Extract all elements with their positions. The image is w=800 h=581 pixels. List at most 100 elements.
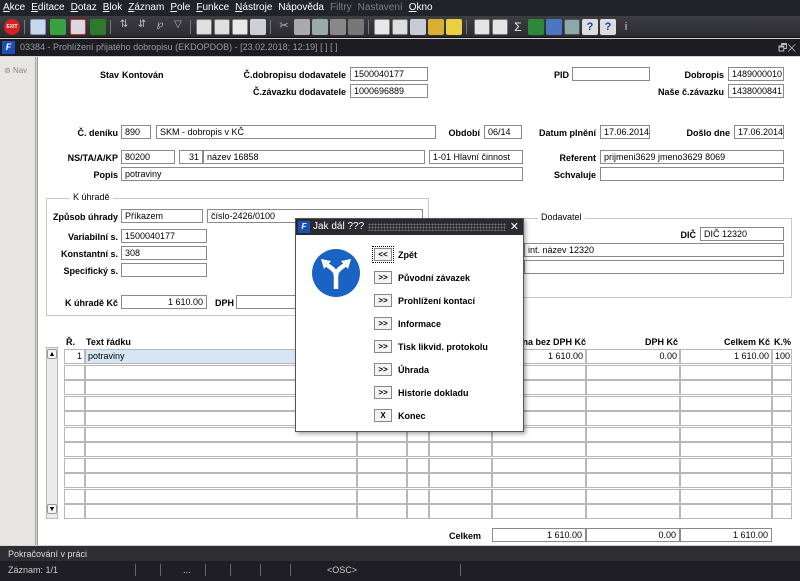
dialog-option-button-5[interactable]: >>: [374, 363, 392, 376]
save-icon[interactable]: [90, 19, 106, 35]
table-cell-empty[interactable]: [85, 473, 357, 488]
network-icon[interactable]: [428, 19, 444, 35]
dodavatel-name-field[interactable]: int. název 12320: [524, 243, 784, 257]
table-cell-empty[interactable]: [680, 504, 772, 519]
table-cell-empty[interactable]: [586, 504, 680, 519]
menu-item-8[interactable]: Nápověda: [275, 0, 327, 13]
table-cell-empty[interactable]: [64, 395, 85, 411]
czavazku-field[interactable]: 1000696889: [350, 84, 428, 98]
dialog-option-button-0[interactable]: <<: [372, 246, 394, 263]
table-cell-empty[interactable]: [407, 457, 429, 473]
paste-icon[interactable]: [312, 19, 328, 35]
menu-item-2[interactable]: Dotaz: [68, 0, 100, 13]
table-cell-empty[interactable]: [586, 457, 680, 473]
doslo-field[interactable]: 17.06.2014: [734, 125, 784, 139]
table-cell-empty[interactable]: [772, 395, 792, 411]
dialog-option-button-4[interactable]: >>: [374, 340, 392, 353]
dodavatel-address-field[interactable]: [524, 260, 784, 274]
table-cell-empty[interactable]: [407, 473, 429, 488]
scroll-down-icon[interactable]: ▼: [47, 504, 57, 514]
pid-field[interactable]: [572, 67, 650, 81]
table-cell-empty[interactable]: [586, 442, 680, 457]
table-cell-celkem[interactable]: 1 610.00: [680, 349, 772, 364]
dialog-option-label-1[interactable]: Původní závazek: [398, 273, 470, 283]
table-cell-empty[interactable]: [429, 504, 492, 519]
dialog-option-button-2[interactable]: >>: [374, 294, 392, 307]
dialog-option-label-5[interactable]: Úhrada: [398, 365, 429, 375]
table-cell-empty[interactable]: [85, 504, 357, 519]
form-icon[interactable]: [492, 19, 508, 35]
table-cell-empty[interactable]: [586, 426, 680, 442]
menu-item-0[interactable]: Akce: [0, 0, 28, 13]
schvaluje-field[interactable]: [600, 167, 784, 181]
menu-item-11[interactable]: Okno: [406, 0, 436, 13]
new-record-icon[interactable]: [30, 19, 46, 35]
dic-field[interactable]: DIČ 12320: [700, 227, 784, 241]
table-cell-empty[interactable]: [64, 426, 85, 442]
export-icon[interactable]: [250, 19, 266, 35]
dialog-option-label-7[interactable]: Konec: [398, 411, 426, 421]
table-cell-empty[interactable]: [586, 488, 680, 504]
table-cell-empty[interactable]: [680, 380, 772, 395]
dobropis-field[interactable]: 1489000010: [728, 67, 784, 81]
table-cell-empty[interactable]: [64, 380, 85, 395]
table-cell-empty[interactable]: [64, 488, 85, 504]
table-cell-empty[interactable]: [357, 457, 407, 473]
dialog-option-button-3[interactable]: >>: [374, 317, 392, 330]
grid-icon[interactable]: [564, 19, 580, 35]
table-cell-empty[interactable]: [429, 488, 492, 504]
table-cell-empty[interactable]: [407, 442, 429, 457]
table-cell-empty[interactable]: [772, 426, 792, 442]
zpusob-field[interactable]: Příkazem: [121, 209, 203, 223]
database-icon[interactable]: [546, 19, 562, 35]
table-cell-empty[interactable]: [680, 488, 772, 504]
table-cell-empty[interactable]: [492, 504, 586, 519]
sort-asc-icon[interactable]: ⇅: [116, 19, 132, 35]
menu-item-1[interactable]: Editace: [28, 0, 67, 13]
print-icon[interactable]: [196, 19, 212, 35]
table-cell-empty[interactable]: [772, 364, 792, 380]
popis-field[interactable]: potraviny: [121, 167, 523, 181]
table-cell-empty[interactable]: [492, 442, 586, 457]
delete-record-icon[interactable]: [70, 19, 86, 35]
cdobropisu-field[interactable]: 1500040177: [350, 67, 428, 81]
table-cell-empty[interactable]: [85, 488, 357, 504]
table-cell-empty[interactable]: [64, 411, 85, 426]
menu-item-5[interactable]: Pole: [167, 0, 193, 13]
filter-icon[interactable]: ▽: [170, 19, 186, 35]
table-cell-k[interactable]: 100: [772, 349, 792, 364]
table-cell-empty[interactable]: [357, 473, 407, 488]
excel-icon[interactable]: [528, 19, 544, 35]
table-cell-empty[interactable]: [407, 488, 429, 504]
print-preview-icon[interactable]: [214, 19, 230, 35]
ns-field[interactable]: 80200: [121, 150, 175, 164]
window-icon[interactable]: [474, 19, 490, 35]
table-cell-empty[interactable]: [586, 380, 680, 395]
table-cell-empty[interactable]: [64, 442, 85, 457]
dialog-option-label-4[interactable]: Tisk likvid. protokolu: [398, 342, 488, 352]
dialog-option-button-1[interactable]: >>: [374, 271, 392, 284]
konstantni-field[interactable]: 308: [121, 246, 207, 260]
window-controls[interactable]: 🗗✕: [778, 41, 796, 58]
table-cell-empty[interactable]: [357, 504, 407, 519]
align-icon[interactable]: [348, 19, 364, 35]
help-icon[interactable]: ?: [582, 19, 598, 35]
scroll-up-icon[interactable]: ▲: [47, 349, 57, 359]
dialog-option-button-6[interactable]: >>: [374, 386, 392, 399]
dialog-option-label-3[interactable]: Informace: [398, 319, 441, 329]
ns-num-field[interactable]: 31: [179, 150, 203, 164]
table-cell-empty[interactable]: [772, 457, 792, 473]
cdeniku-name-field[interactable]: SKM - dobropis v KČ: [156, 125, 436, 139]
table-cell-empty[interactable]: [680, 473, 772, 488]
ns-name-field[interactable]: název 16858: [203, 150, 425, 164]
menu-item-3[interactable]: Blok: [100, 0, 125, 13]
kuhrade-kc-field[interactable]: 1 610.00: [121, 295, 207, 309]
nav-toggle[interactable]: ⊚ Nav: [4, 66, 27, 75]
mail-icon[interactable]: [232, 19, 248, 35]
table-cell-empty[interactable]: [772, 504, 792, 519]
table-cell-empty[interactable]: [429, 473, 492, 488]
query-icon[interactable]: ℘: [152, 19, 168, 35]
dialog-option-button-7[interactable]: X: [374, 409, 392, 422]
table-cell-empty[interactable]: [586, 364, 680, 380]
table-cell-empty[interactable]: [492, 473, 586, 488]
